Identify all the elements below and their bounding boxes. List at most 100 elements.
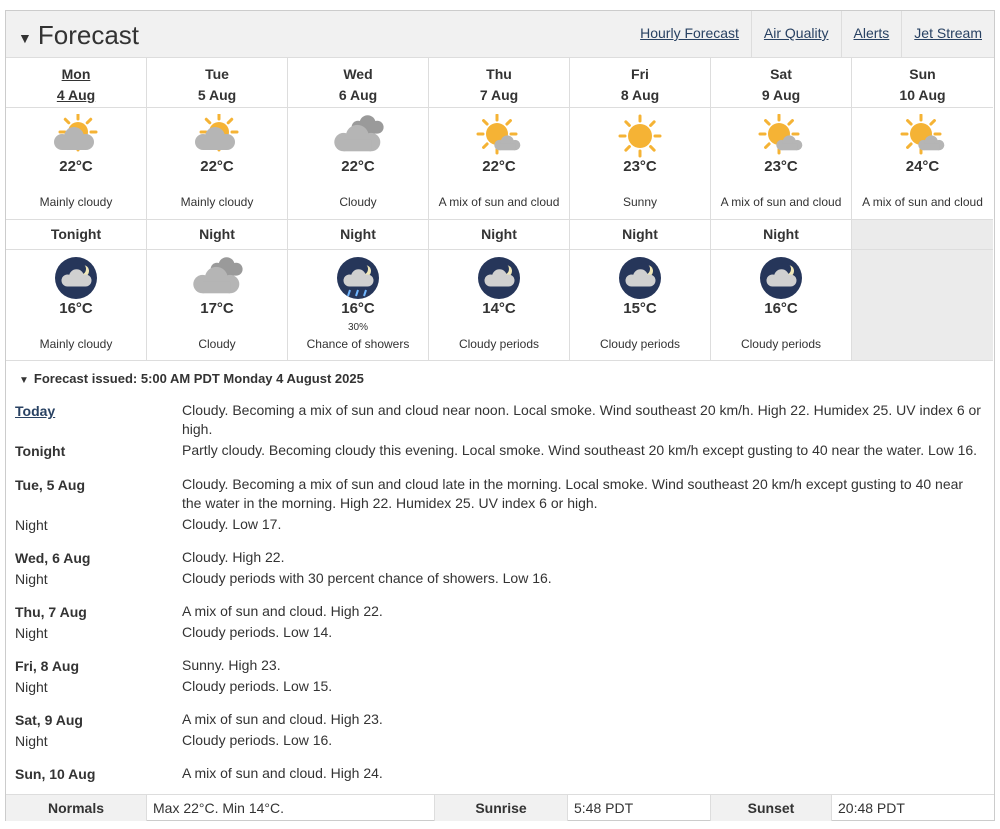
cloud-icon (330, 114, 386, 158)
day-header-fri[interactable]: Fri 8 Aug (570, 58, 711, 108)
condition-text: Mainly cloudy (39, 195, 113, 209)
detail-text: Cloudy periods. Low 16. (182, 732, 333, 748)
detail-text: Cloudy. High 22. (182, 549, 285, 565)
night-header: Night (711, 220, 852, 250)
day-name: Tue (205, 66, 229, 82)
detail-period: Tonight (15, 443, 66, 459)
night-header: Tonight (6, 220, 147, 250)
day-name: Sun (909, 66, 936, 82)
hourly-forecast-link[interactable]: Hourly Forecast (628, 11, 751, 58)
day-date: 5 Aug (197, 87, 237, 103)
high-temperature: 23°C (764, 158, 798, 175)
detail-text: A mix of sun and cloud. High 23. (182, 711, 383, 727)
day-name: Wed (343, 66, 373, 82)
detail-text: Cloudy periods with 30 percent chance of… (182, 570, 552, 586)
detail-text: Cloudy. Becoming a mix of sun and cloud … (182, 476, 964, 511)
low-temperature: 15°C (623, 300, 657, 317)
forecast-panel: ▼ Forecast Hourly Forecast Air Quality A… (5, 10, 995, 821)
day-date: 6 Aug (338, 87, 378, 103)
night-forecast-row: 16°C Mainly cloudy 17°C Cloudy 16°C 30% Chan… (6, 250, 994, 361)
night-header: Night (288, 220, 429, 250)
day-header-sun[interactable]: Sun 10 Aug (852, 58, 993, 108)
day-header-sat[interactable]: Sat 9 Aug (711, 58, 852, 108)
normals-value: Max 22°C. Min 14°C. (147, 795, 435, 821)
night-forecast[interactable]: 16°C Mainly cloudy (6, 250, 147, 361)
high-temperature: 22°C (341, 158, 375, 175)
detail-period: Night (15, 679, 48, 695)
night-header: Night (429, 220, 570, 250)
condition-text: Chance of showers (306, 337, 410, 351)
detail-period: Night (15, 517, 48, 533)
day-forecast-sat[interactable]: 23°C A mix of sun and cloud (711, 108, 852, 220)
night-forecast[interactable]: 14°C Cloudy periods (429, 250, 570, 361)
day-header-thu[interactable]: Thu 7 Aug (429, 58, 570, 108)
high-temperature: 24°C (905, 158, 940, 175)
day-forecast-fri[interactable]: 23°C Sunny (570, 108, 711, 220)
sun-small-cloud-icon (895, 113, 951, 158)
day-forecast-sun[interactable]: 24°C A mix of sun and cloud (852, 108, 993, 220)
night-forecast[interactable]: 15°C Cloudy periods (570, 250, 711, 361)
night-forecast[interactable]: 16°C 30% Chance of showers (288, 250, 429, 361)
forecast-nav: Hourly Forecast Air Quality Alerts Jet S… (628, 11, 994, 58)
low-temperature: 16°C (341, 300, 375, 317)
day-date: 7 Aug (479, 87, 519, 103)
detail-period: Fri, 8 Aug (15, 658, 80, 674)
condition-text: Cloudy periods (458, 337, 540, 351)
forecast-title-text: Forecast (37, 20, 140, 50)
detail-period: Sat, 9 Aug (15, 712, 83, 728)
day-header-tue[interactable]: Tue 5 Aug (147, 58, 288, 108)
detail-period: Night (15, 733, 48, 749)
day-date: 10 Aug (899, 87, 946, 103)
sunset-value: 20:48 PDT (838, 800, 905, 816)
collapse-caret-icon[interactable]: ▼ (19, 375, 29, 386)
forecast-issued[interactable]: ▼ Forecast issued: 5:00 AM PDT Monday 4 A… (19, 371, 364, 386)
condition-text: Cloudy (198, 337, 236, 351)
detail-period: Thu, 7 Aug (15, 604, 87, 620)
night-forecast[interactable]: 17°C Cloudy (147, 250, 288, 361)
detail-text: Cloudy periods. Low 14. (182, 624, 333, 640)
detail-period: Tue, 5 Aug (15, 477, 85, 493)
day-forecast-mon[interactable]: 22°C Mainly cloudy (6, 108, 147, 220)
detail-text: A mix of sun and cloud. High 24. (182, 765, 383, 781)
forecast-grid: Mon 4 Aug Tue 5 Aug Wed 6 Aug Thu 7 Aug Fri 8 Aug… (6, 58, 994, 361)
night-cloud-icon (471, 256, 527, 300)
day-date: 9 Aug (761, 87, 801, 103)
condition-text: Mainly cloudy (39, 337, 113, 351)
day-forecast-wed[interactable]: 22°C Cloudy (288, 108, 429, 220)
condition-text: Cloudy periods (599, 337, 681, 351)
day-forecast-tue[interactable]: 22°C Mainly cloudy (147, 108, 288, 220)
condition-text: Cloudy periods (740, 337, 822, 351)
high-temperature: 22°C (482, 158, 516, 175)
forecast-title[interactable]: ▼ Forecast (18, 20, 139, 51)
day-name: Thu (486, 66, 512, 82)
detail-text: Cloudy. Low 17. (182, 516, 282, 532)
night-showers-icon (330, 256, 386, 300)
low-temperature: 16°C (764, 300, 798, 317)
day-forecast-row: 22°C Mainly cloudy 22°C Mainly cloudy 22°C… (6, 108, 994, 220)
condition-text: A mix of sun and cloud (438, 195, 560, 209)
forecast-issued-text: Forecast issued: 5:00 AM PDT Monday 4 Au… (33, 371, 364, 386)
sunrise-value: 5:48 PDT (568, 795, 711, 821)
detail-text: Partly cloudy. Becoming cloudy this even… (182, 442, 978, 458)
detail-period[interactable]: Today (15, 403, 55, 419)
condition-text: Cloudy (339, 195, 377, 209)
collapse-caret-icon[interactable]: ▼ (18, 30, 32, 46)
high-temperature: 22°C (59, 158, 93, 175)
high-temperature: 22°C (200, 158, 234, 175)
air-quality-link[interactable]: Air Quality (750, 11, 841, 58)
day-forecast-thu[interactable]: 22°C A mix of sun and cloud (429, 108, 570, 220)
day-header-mon[interactable]: Mon 4 Aug (6, 58, 147, 108)
empty-cell (852, 250, 993, 361)
day-header-row: Mon 4 Aug Tue 5 Aug Wed 6 Aug Thu 7 Aug Fri 8 Aug… (6, 58, 994, 108)
forecast-footer: Normals Max 22°C. Min 14°C. Sunrise 5:48… (6, 794, 994, 821)
night-forecast[interactable]: 16°C Cloudy periods (711, 250, 852, 361)
empty-cell (852, 220, 993, 250)
detail-period: Sun, 10 Aug (15, 766, 96, 782)
day-header-wed[interactable]: Wed 6 Aug (288, 58, 429, 108)
jet-stream-link[interactable]: Jet Stream (901, 11, 994, 58)
high-temperature: 23°C (623, 158, 657, 175)
day-name: Sat (770, 66, 792, 82)
alerts-link[interactable]: Alerts (840, 11, 902, 58)
normals-label: Normals (6, 795, 147, 821)
sun-small-cloud-icon (753, 113, 809, 158)
